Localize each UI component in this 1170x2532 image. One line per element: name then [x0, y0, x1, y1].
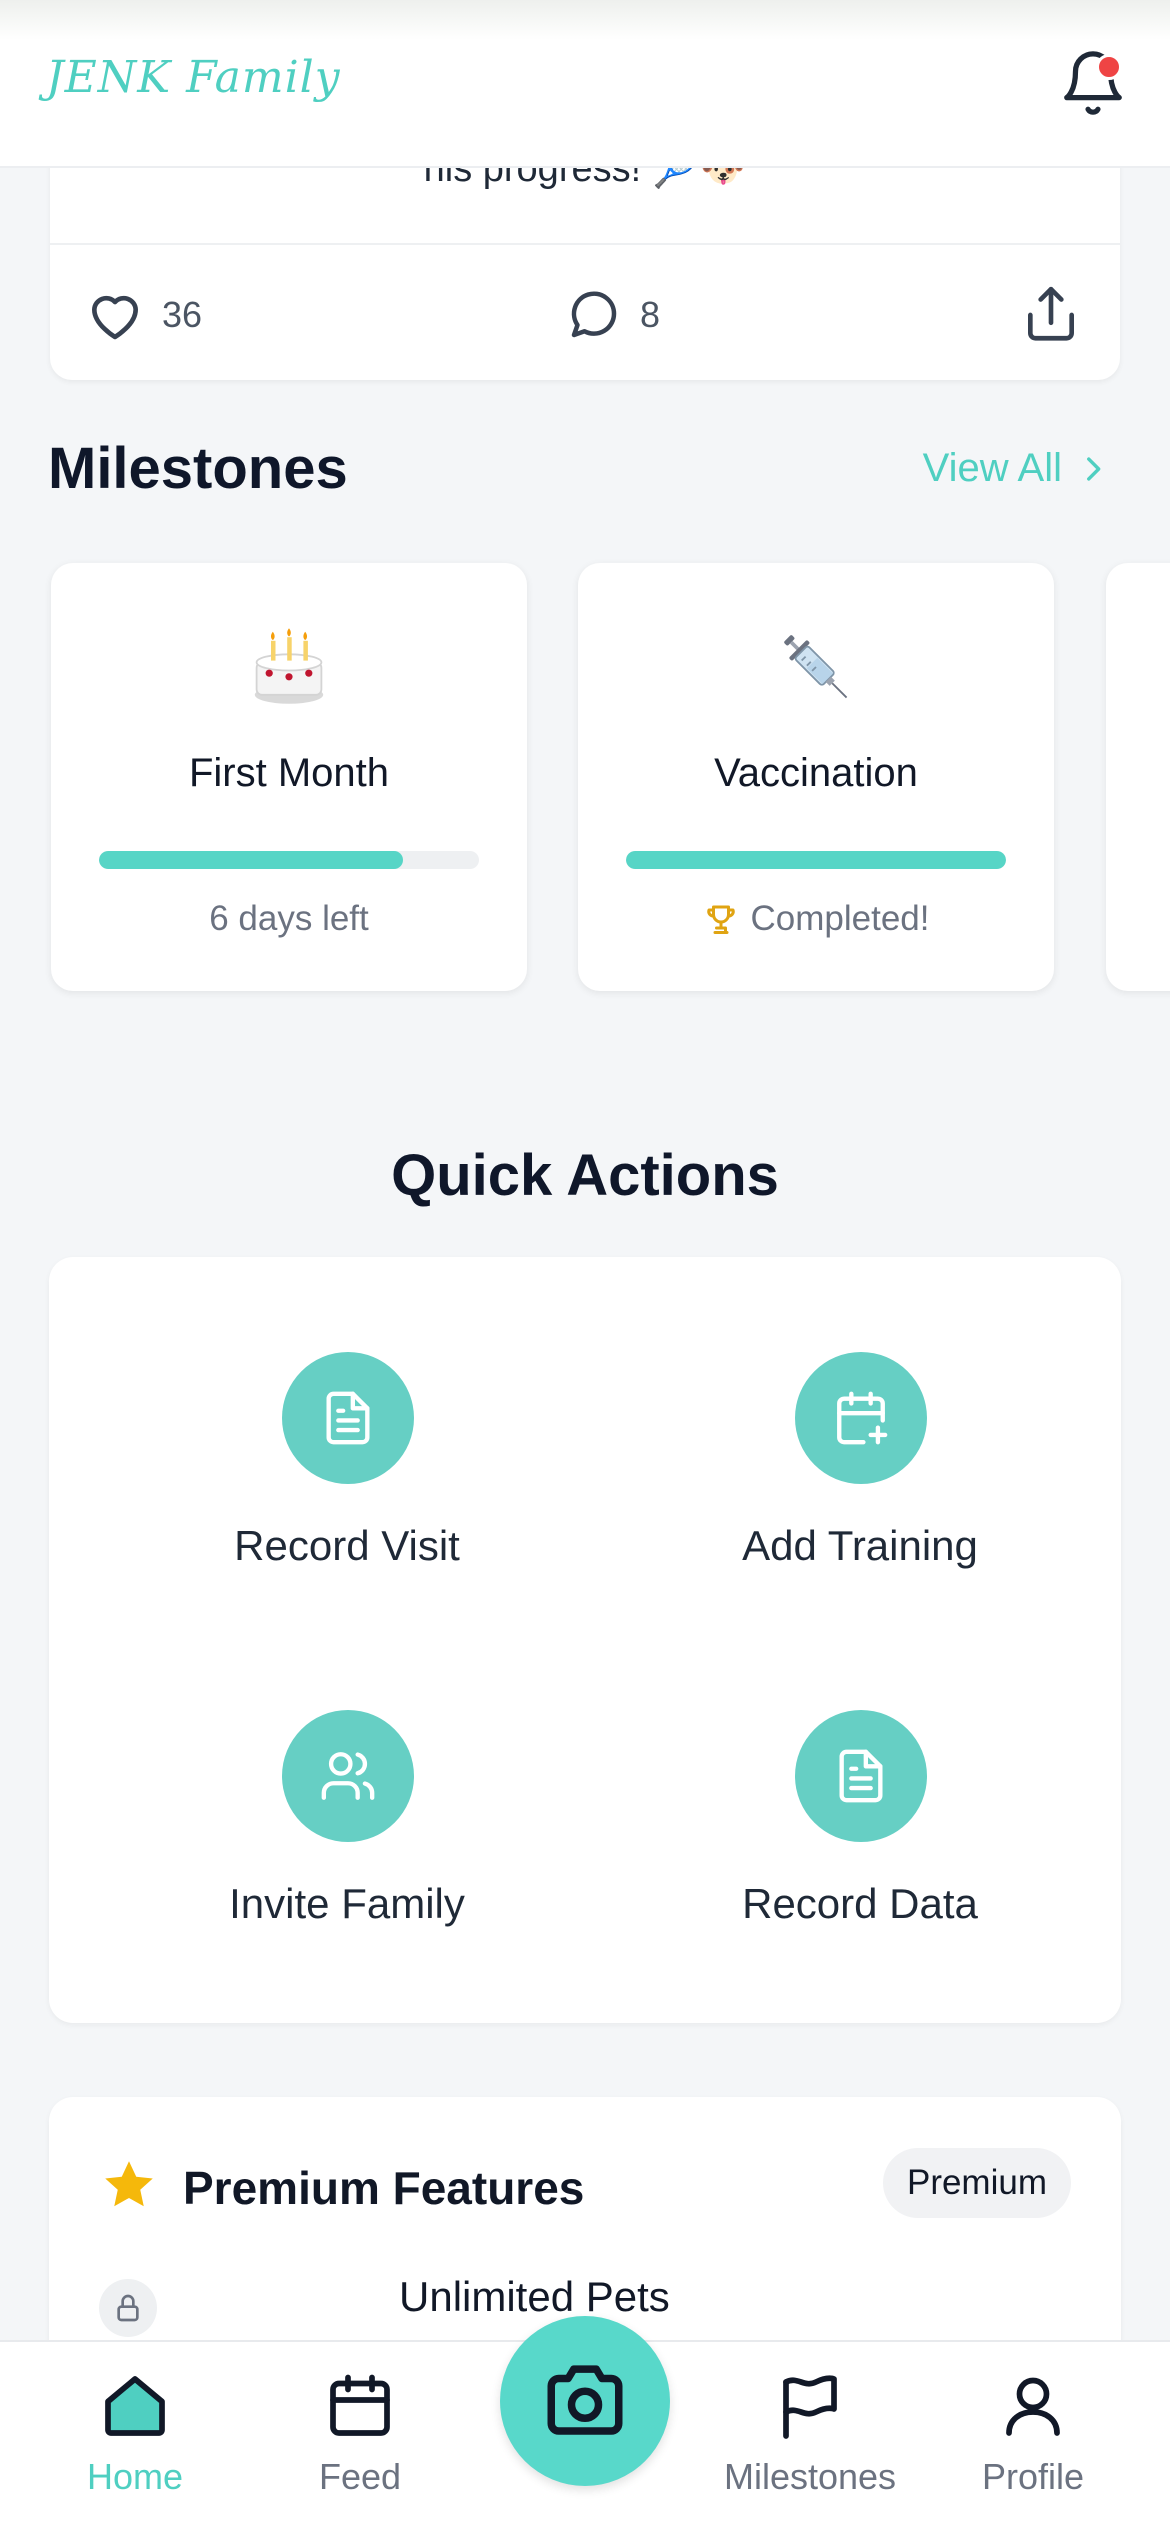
user-icon	[1006, 2377, 1060, 2436]
cake-icon	[51, 621, 527, 716]
action-icon-circle	[282, 1710, 414, 1842]
milestone-status: 6 days left	[51, 899, 527, 939]
lock-icon	[99, 2279, 157, 2337]
app-header: JENK Family	[0, 0, 1170, 168]
share-icon	[1028, 286, 1074, 341]
comment-button[interactable]: 8	[564, 280, 660, 350]
like-count: 36	[162, 294, 203, 335]
nav-label: Home	[86, 2456, 184, 2497]
action-label: Record Visit	[234, 1522, 460, 1569]
action-icon-circle	[795, 1710, 927, 1842]
users-icon	[321, 1752, 375, 1800]
action-label: Invite Family	[229, 1880, 465, 1927]
share-button[interactable]	[1020, 280, 1082, 350]
milestone-card[interactable]: Vaccination Completed!	[578, 563, 1054, 991]
action-icon-circle	[282, 1352, 414, 1484]
milestone-title: Vaccination	[714, 751, 918, 795]
milestone-card-peek[interactable]	[1106, 563, 1170, 991]
view-all-link[interactable]: View All	[923, 446, 1110, 491]
document-icon	[839, 1749, 883, 1803]
record-data-button[interactable]: Record Data	[640, 1710, 1080, 1950]
milestone-title: First Month	[188, 751, 390, 795]
milestone-status-text: Completed!	[750, 899, 930, 938]
action-icon-circle	[795, 1352, 927, 1484]
syringe-icon	[578, 621, 1054, 718]
milestone-progress-fill	[99, 851, 403, 869]
like-button[interactable]: 36	[84, 280, 202, 350]
home-icon	[105, 2376, 165, 2436]
document-icon	[326, 1391, 370, 1445]
star-icon	[105, 2161, 153, 2207]
milestone-status: Completed!	[578, 899, 1054, 939]
invite-family-button[interactable]: Invite Family	[127, 1710, 567, 1950]
nav-feed[interactable]: Feed	[250, 2370, 470, 2520]
milestone-progress-fill	[626, 851, 1006, 869]
nav-label: Milestones	[723, 2456, 897, 2497]
calendar-icon	[330, 2374, 390, 2436]
comment-icon	[571, 291, 617, 338]
comment-count: 8	[640, 294, 661, 335]
nav-label: Profile	[981, 2456, 1085, 2497]
camera-icon	[547, 2365, 623, 2435]
action-label: Add Training	[742, 1522, 978, 1569]
flag-icon	[783, 2375, 837, 2439]
heart-icon	[92, 295, 138, 340]
quick-actions-title: Quick Actions	[391, 1143, 779, 1208]
chevron-right-icon	[1087, 456, 1101, 481]
add-training-button[interactable]: Add Training	[640, 1352, 1080, 1592]
post-divider	[50, 243, 1120, 245]
milestone-card[interactable]: First Month 6 days left	[51, 563, 527, 991]
camera-button[interactable]	[500, 2316, 670, 2486]
premium-badge: Premium	[882, 2148, 1071, 2218]
nav-label: Feed	[318, 2456, 402, 2497]
feature-name: Unlimited Pets	[399, 2273, 670, 2320]
notification-dot	[1096, 54, 1122, 80]
record-visit-button[interactable]: Record Visit	[127, 1352, 567, 1592]
view-all-label: View All	[922, 446, 1062, 490]
milestone-progress-track	[99, 851, 479, 869]
nav-home[interactable]: Home	[25, 2370, 245, 2520]
calendar-plus-icon	[837, 1391, 888, 1445]
nav-milestones[interactable]: Milestones	[700, 2370, 920, 2520]
milestones-title: Milestones	[48, 436, 348, 501]
app-logo[interactable]: JENK Family	[46, 52, 341, 103]
nav-profile[interactable]: Profile	[923, 2370, 1143, 2520]
quick-actions-card: Record Visit Add Training Invite Family	[49, 1257, 1121, 2023]
premium-title: Premium Features	[183, 2162, 585, 2214]
milestone-status-text: 6 days left	[209, 899, 369, 938]
trophy-icon	[706, 905, 735, 934]
milestone-progress-track	[626, 851, 1006, 869]
action-label: Record Data	[742, 1880, 978, 1927]
